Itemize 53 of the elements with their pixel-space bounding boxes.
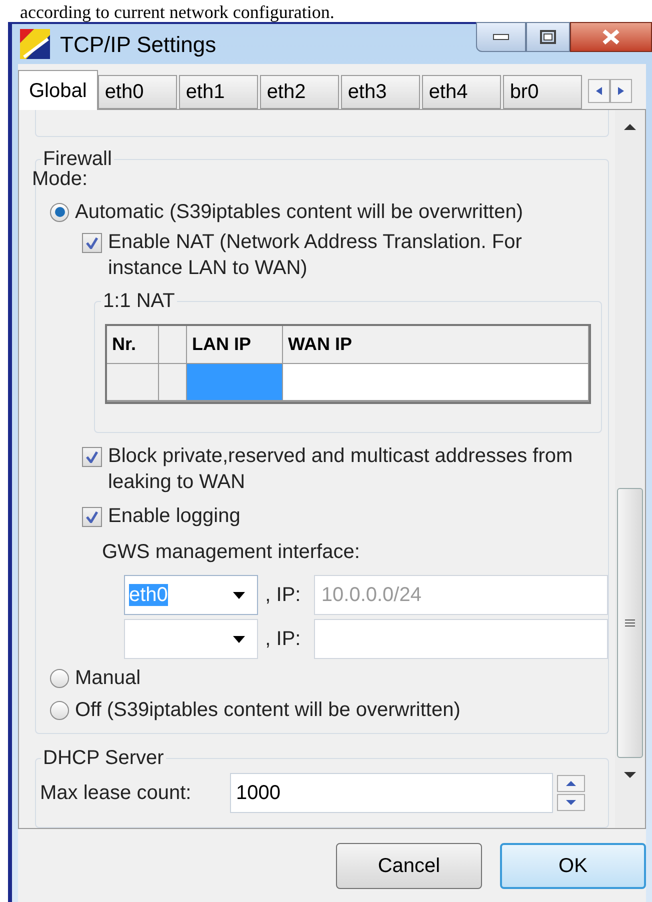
ip-label: , IP: — [265, 627, 302, 652]
radio-button[interactable] — [50, 202, 69, 222]
close-icon — [602, 29, 620, 45]
checkbox[interactable] — [82, 447, 102, 468]
tab[interactable]: eth0 — [98, 75, 177, 109]
left-triangle-icon — [596, 87, 602, 95]
close-button[interactable] — [570, 22, 652, 52]
dialog-button[interactable]: Cancel — [336, 843, 482, 889]
vertical-scrollbar[interactable] — [615, 110, 645, 828]
app-logo-icon — [20, 29, 50, 59]
up-triangle-icon — [566, 780, 576, 786]
radio-label: Off (S39iptables content will be overwritten) — [75, 698, 460, 724]
tab[interactable]: br0 — [502, 75, 582, 109]
tab[interactable]: Global — [18, 70, 98, 110]
ip-label: , IP: — [265, 583, 302, 608]
tab-scroll-left-button[interactable] — [588, 79, 610, 103]
max-lease-count-label: Max lease count: — [40, 780, 192, 806]
tab[interactable]: eth4 — [422, 75, 501, 109]
gws-label: GWS management interface: — [102, 540, 361, 566]
window-title: TCP/IP Settings — [60, 30, 216, 59]
radio-label: Automatic (S39iptables content will be overwritten) — [75, 200, 523, 226]
table-cell[interactable] — [187, 364, 283, 400]
ip-field[interactable]: 10.0.0.0/24 — [314, 575, 608, 616]
checkbox[interactable] — [82, 507, 102, 528]
ip-field[interactable] — [314, 619, 608, 660]
dialog-button[interactable]: OK — [500, 843, 646, 889]
radio-button[interactable] — [50, 668, 69, 688]
dropdown-arrow-icon — [233, 636, 246, 643]
maximize-icon — [540, 30, 556, 44]
table-cell[interactable] — [283, 364, 589, 400]
maximize-button[interactable] — [526, 22, 570, 52]
minimize-icon — [493, 34, 509, 40]
spin-up-button[interactable] — [557, 774, 585, 792]
dropdown-arrow-icon — [233, 592, 246, 599]
checkbox[interactable] — [82, 233, 102, 254]
checkbox-label: Enable logging — [108, 504, 242, 530]
checkbox-label: Enable NAT (Network Address Translation. For instance LAN to WAN) — [108, 230, 523, 282]
tab[interactable]: eth1 — [178, 75, 258, 109]
radio-button[interactable] — [50, 700, 69, 720]
scrollbar-thumb[interactable] — [617, 488, 643, 758]
checkbox-label: Block private,reserved and multicast addresses from leaking to WAN — [108, 444, 574, 496]
tab[interactable]: eth2 — [260, 75, 339, 109]
tab[interactable]: eth3 — [340, 75, 420, 109]
scroll-up-icon — [624, 124, 636, 130]
scroll-down-icon — [624, 772, 636, 778]
tab-scroll-right-button[interactable] — [610, 79, 632, 103]
radio-label: Manual — [75, 666, 141, 692]
down-triangle-icon — [566, 800, 576, 805]
spin-down-button[interactable] — [557, 794, 585, 811]
grip-icon — [625, 619, 635, 627]
right-triangle-icon — [618, 87, 624, 95]
document-text: according to current network configuration. — [20, 2, 334, 22]
minimize-button[interactable] — [476, 22, 526, 52]
